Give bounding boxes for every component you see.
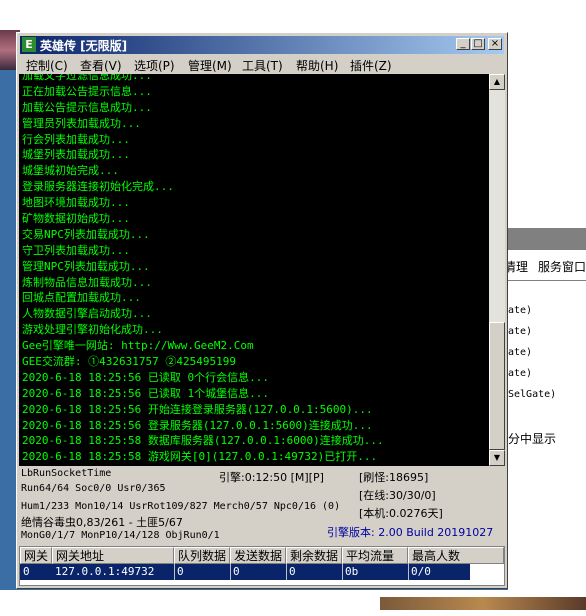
bg-line: ate) [508, 326, 533, 337]
status-panel: LbRunSocketTime Run64/64 Soc0/0 Usr0/365… [19, 468, 505, 544]
log-line: 加载文字过滤信息成功... [22, 74, 152, 82]
log-line: 2020-6-18 18:25:58 游戏网关[0](127.0.0.1:497… [22, 450, 378, 464]
run-stats-text: Run64/64 Soc0/0 Usr0/365 [21, 483, 166, 494]
log-line: 2020-6-18 18:25:58 数据库服务器(127.0.0.1:6000… [22, 434, 384, 448]
log-line: 登录服务器连接初始化完成... [22, 180, 174, 194]
bg-center-display-option[interactable]: 分中显示 [508, 430, 556, 447]
refresh-monster-count: [刷怪:18695] [359, 471, 429, 484]
scroll-up-icon[interactable]: ▲ [489, 74, 505, 90]
bg-line: SelGate) [508, 389, 557, 400]
maximize-button[interactable]: □ [471, 38, 485, 50]
grid-line [174, 564, 175, 580]
menu-plugins[interactable]: 插件(Z) [350, 57, 392, 74]
hum-stats-text: Hum1/233 Mon10/14 UsrRot109/827 Merch0/5… [21, 501, 341, 512]
socket-time-text: LbRunSocketTime [21, 468, 112, 479]
menu-view[interactable]: 查看(V) [80, 57, 122, 74]
taskbar-image [380, 597, 586, 610]
col-header-address[interactable]: 网关地址 [52, 547, 174, 564]
cell-remaining: 0 [289, 565, 296, 578]
menu-tools[interactable]: 工具(T) [242, 57, 283, 74]
log-line: 加载公告提示信息成功... [22, 100, 152, 114]
col-header-sent[interactable]: 发送数据 [230, 547, 286, 564]
log-line: 炼制物品信息加载成功... [22, 275, 152, 289]
cell-queue: 0 [177, 565, 184, 578]
bg-line: ate) [508, 347, 533, 358]
local-uptime: [本机:0.0276天] [359, 507, 443, 520]
log-lines: 加载文字过滤信息成功... 正在加载公告提示信息... 加载公告提示信息成功... 管… [22, 74, 384, 465]
log-line: Gee引擎唯一网站: http://Www.GeeM2.Com [22, 339, 254, 353]
col-header-gateway[interactable]: 网关 [20, 547, 52, 564]
log-line: GEE交流群: ①432631757 ②425495199 [22, 355, 236, 369]
menu-bar: 控制(C) 查看(V) 选项(P) 管理(M) 工具(T) 帮助(H) 插件(Z… [20, 55, 504, 73]
log-line: 2020-6-18 18:25:56 登录服务器(127.0.0.1:5600)… [22, 418, 373, 432]
close-button[interactable]: × [488, 38, 502, 50]
gateway-table[interactable]: 网关 网关地址 队列数据 发送数据 剩余数据 平均流量 最高人数 0 127.0… [19, 546, 505, 586]
main-window: E 英雄传 [无限版] _ □ × 控制(C) 查看(V) 选项(P) 管理(M… [16, 32, 508, 589]
log-line: 人物数据引擎启动成功... [22, 307, 152, 321]
cell-sent: 0 [233, 565, 240, 578]
console-scrollbar[interactable]: ▲ ▼ [489, 74, 505, 466]
grid-line [342, 564, 343, 580]
minimize-button[interactable]: _ [456, 38, 470, 50]
grid-line [408, 564, 409, 580]
engine-time-text: 引擎:0:12:50 [M][P] [219, 471, 324, 484]
online-count: [在线:30/30/0] [359, 489, 436, 502]
scroll-down-icon[interactable]: ▼ [489, 450, 505, 466]
title-bar[interactable]: E 英雄传 [无限版] _ □ × [20, 36, 504, 54]
menu-help[interactable]: 帮助(H) [296, 57, 338, 74]
col-header-queue[interactable]: 队列数据 [174, 547, 230, 564]
menu-control[interactable]: 控制(C) [26, 57, 68, 74]
app-icon[interactable]: E [22, 37, 36, 52]
engine-version-text: 引擎版本: 2.00 Build 20191027 [327, 526, 494, 539]
mon-stats-text: MonG0/1/7 MonP10/14/128 ObjRun0/1 [21, 530, 220, 541]
background-window-titlebar[interactable] [501, 228, 586, 250]
grid-line [230, 564, 231, 580]
cell-gateway: 0 [23, 565, 30, 578]
cell-avg-traffic: 0b [345, 565, 359, 578]
window-title: 英雄传 [无限版] [40, 39, 128, 53]
cell-address: 127.0.0.1:49732 [55, 565, 155, 578]
log-console[interactable]: 加载文字过滤信息成功... 正在加载公告提示信息... 加载公告提示信息成功... 管… [19, 74, 489, 466]
col-header-remaining[interactable]: 剩余数据 [286, 547, 342, 564]
monster-stats-text: 绝情谷毒虫0,83/261 - 土匪5/67 [21, 516, 183, 529]
bg-line: ate) [508, 305, 533, 316]
log-line: 管理员列表加载成功... [22, 116, 141, 130]
menu-manage[interactable]: 管理(M) [188, 57, 232, 74]
log-line: 交易NPC列表加载成功... [22, 227, 150, 241]
scrollbar-thumb[interactable] [489, 322, 505, 450]
cell-max-users: 0/0 [411, 565, 431, 578]
background-window-divider [500, 280, 586, 281]
col-header-avg-traffic[interactable]: 平均流量 [342, 547, 408, 564]
log-line: 2020-6-18 18:25:56 已读取 0个行会信息... [22, 370, 269, 384]
log-line: 守卫列表加载成功... [22, 243, 130, 257]
log-line: 2020-6-18 18:25:56 已读取 1个城堡信息... [22, 386, 269, 400]
log-line: 行会列表加载成功... [22, 132, 130, 146]
log-line: 游戏处理引擎初始化成功... [22, 323, 163, 337]
log-line: 城堡城初始完成... [22, 164, 119, 178]
log-line: 矿物数据初始成功... [22, 212, 130, 226]
log-line: 回城点配置加载成功... [22, 291, 141, 305]
bg-line: ate) [508, 368, 533, 379]
menu-options[interactable]: 选项(P) [134, 57, 175, 74]
bg-tab-service-window[interactable]: 服务窗口 [538, 258, 586, 275]
log-line: 地图环境加载成功... [22, 196, 130, 210]
grid-line [286, 564, 287, 580]
col-header-max-users[interactable]: 最高人数 [408, 547, 504, 564]
log-line: 城堡列表加载成功... [22, 148, 130, 162]
log-line: 2020-6-18 18:25:56 开始连接登录服务器(127.0.0.1:5… [22, 402, 373, 416]
log-line: 管理NPC列表加载成功... [22, 259, 150, 273]
log-line: 正在加载公告提示信息... [22, 84, 152, 98]
